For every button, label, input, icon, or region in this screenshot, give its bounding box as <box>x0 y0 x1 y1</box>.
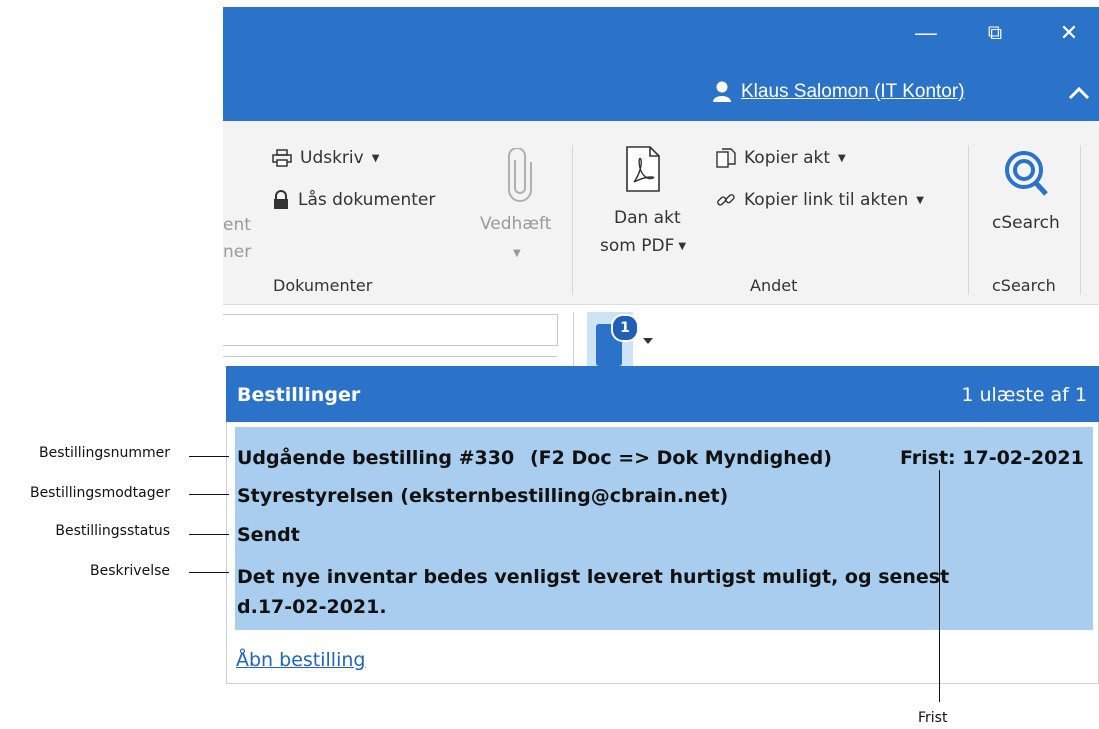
unread-badge: 1 <box>611 314 639 342</box>
callout-description: Beskrivelse <box>90 563 170 579</box>
order-number: Udgående bestilling #330 <box>237 447 515 469</box>
orders-notification-button[interactable]: 1 <box>587 312 665 366</box>
restore-button[interactable]: ⧉ <box>980 22 1010 44</box>
pdf-icon <box>626 146 660 192</box>
callout-line-deadline <box>939 470 940 702</box>
callout-deadline: Frist <box>918 710 948 726</box>
ribbon-separator <box>572 145 573 295</box>
chevron-down-icon: ▼ <box>838 152 846 164</box>
printer-icon <box>272 149 292 167</box>
popup-title: Bestillinger <box>237 384 361 406</box>
link-icon <box>717 194 735 206</box>
pdf-label-line2: som PDF <box>600 236 675 256</box>
print-button[interactable]: Udskriv ▼ <box>272 148 379 168</box>
callout-line <box>189 534 229 535</box>
order-description-line1: Det nye inventar bedes venligst leveret … <box>237 566 950 588</box>
callout-line <box>189 494 229 495</box>
ribbon-cut-label-bottom: ner <box>223 242 252 262</box>
print-label: Udskriv <box>300 148 364 168</box>
pdf-label-line1: Dan akt <box>614 208 681 228</box>
window-titlebar <box>223 7 1099 121</box>
search-input[interactable] <box>223 314 558 346</box>
order-deadline: Frist: 17-02-2021 <box>900 447 1084 469</box>
lock-documents-button[interactable]: Lås dokumenter <box>272 190 435 210</box>
copy-link-label: Kopier link til akten <box>744 190 909 210</box>
copy-icon <box>716 148 736 168</box>
order-description-line2: d.17-02-2021. <box>237 596 387 618</box>
chevron-down-icon: ▼ <box>916 194 924 206</box>
copy-link-button[interactable]: Kopier link til akten ▼ <box>716 190 924 210</box>
chevron-down-icon: ▼ <box>678 240 687 252</box>
csearch-icon <box>1005 151 1048 196</box>
pane-separator <box>573 312 574 368</box>
user-icon <box>713 81 731 102</box>
current-user[interactable]: Klaus Salomon (IT Kontor) <box>712 81 965 103</box>
chevron-down-icon: ▼ <box>371 152 380 164</box>
collapse-ribbon-icon[interactable] <box>1068 86 1090 100</box>
pdf-label-line2-wrap: som PDF ▼ <box>600 236 686 256</box>
user-name-link[interactable]: Klaus Salomon (IT Kontor) <box>741 81 965 103</box>
group-label-documents: Dokumenter <box>273 276 373 295</box>
chevron-down-icon: ▼ <box>513 248 521 259</box>
unread-count: 1 ulæste af 1 <box>961 384 1087 406</box>
callout-line <box>189 572 229 573</box>
create-pdf-button[interactable]: Dan akt som PDF ▼ <box>596 146 716 266</box>
csearch-button[interactable]: cSearch <box>984 148 1074 258</box>
attach-button[interactable]: Vedhæft ▼ <box>478 148 562 268</box>
copy-act-label: Kopier akt <box>744 148 830 168</box>
order-status: Sendt <box>237 524 300 546</box>
callout-status: Bestillingsstatus <box>55 523 170 539</box>
copy-act-button[interactable]: Kopier akt ▼ <box>716 148 846 168</box>
order-route: (F2 Doc => Dok Myndighed) <box>530 447 832 469</box>
minimize-button[interactable]: — <box>911 22 941 44</box>
callout-line <box>189 456 229 457</box>
ribbon-separator <box>1080 145 1081 295</box>
callout-recipient: Bestillingsmodtager <box>29 485 170 501</box>
csearch-label: cSearch <box>992 213 1060 233</box>
order-recipient: Styrestyrelsen (eksternbestilling@cbrain… <box>237 485 729 507</box>
open-order-link[interactable]: Åbn bestilling <box>236 649 365 671</box>
paperclip-icon <box>508 148 532 202</box>
lock-icon <box>274 190 288 209</box>
attach-label: Vedhæft <box>480 214 552 234</box>
ribbon-separator <box>968 145 969 295</box>
close-button[interactable]: ✕ <box>1054 22 1084 44</box>
callout-order-number: Bestillingsnummer <box>38 445 170 461</box>
group-label-csearch: cSearch <box>992 276 1056 295</box>
ribbon-cut-label-top: ent <box>223 215 251 235</box>
group-label-other: Andet <box>750 276 798 295</box>
lock-label: Lås dokumenter <box>298 190 436 210</box>
